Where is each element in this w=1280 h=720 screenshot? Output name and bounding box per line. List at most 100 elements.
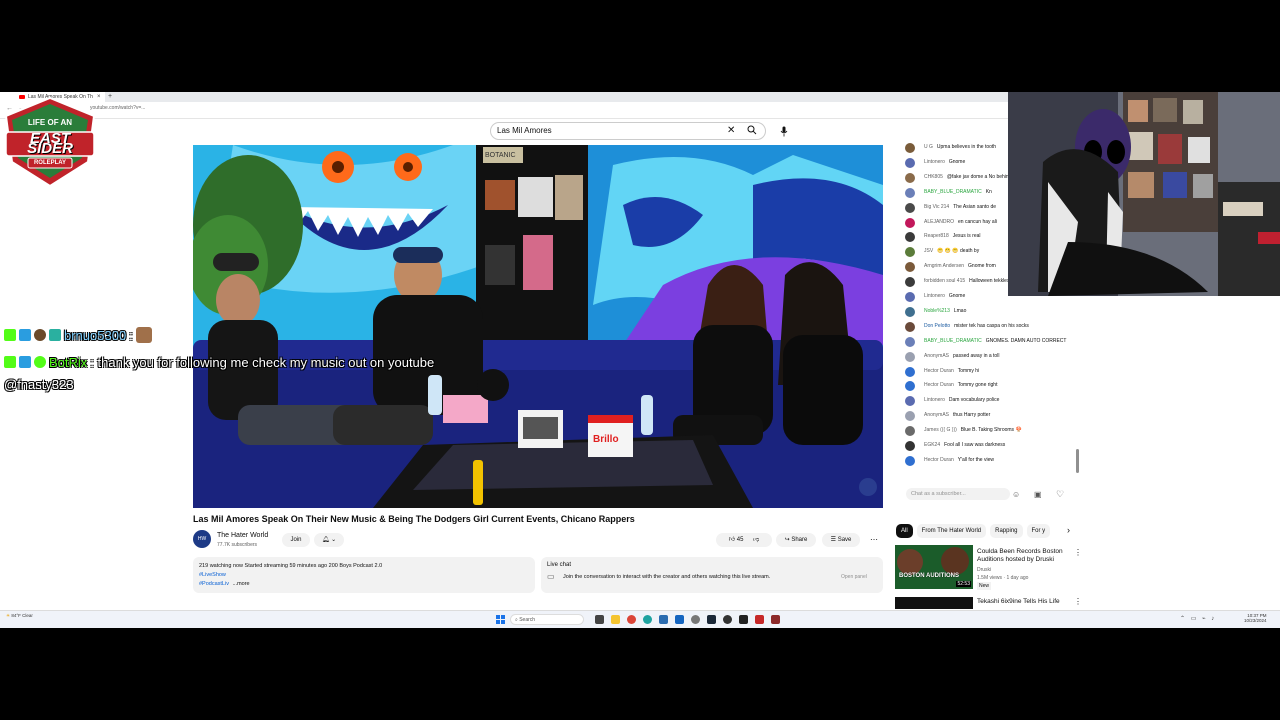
chevron-right-icon[interactable]: › [1067,525,1070,535]
chat-message[interactable]: AnonymAS thus Harry potter [902,410,1080,424]
recommendation-title-2[interactable]: Tekashi 6ix9ine Tells His Life [977,598,1060,605]
hashtag-podcast[interactable]: #PodcastLiv [199,581,229,587]
search-icon[interactable] [747,125,757,135]
edge-icon[interactable] [643,615,652,624]
new-tab-icon[interactable]: + [108,92,112,102]
share-button[interactable]: ↪ Share [776,533,816,547]
chat-message[interactable]: James ((( G ))) Blue B. Taking Shrooms 🍄 [902,425,1080,439]
weather-widget[interactable]: ☀ 84°F Clear [6,613,36,618]
chat-message[interactable]: AnonymAS passed away in a toll [902,351,1080,365]
chat-avatar[interactable] [905,247,915,258]
chat-avatar[interactable] [905,143,915,153]
chat-author[interactable]: CHK805 [924,174,943,180]
chat-message[interactable]: Hector Duran Tommy gone right [902,380,1080,394]
chat-avatar[interactable] [905,426,915,437]
heart-icon[interactable]: ♡ [1056,489,1064,500]
chat-author[interactable]: JSV [924,248,933,254]
chat-avatar[interactable] [905,262,915,273]
dislike-button[interactable]: 👎︎ [753,537,759,543]
chat-avatar[interactable] [905,441,915,451]
more-actions-icon[interactable]: ⋯ [870,533,878,547]
save-button[interactable]: ☰ Save [822,533,860,547]
chat-author[interactable]: Lintonero [924,159,945,165]
chat-author[interactable]: Hector Duran [924,382,954,388]
filter-chip-all[interactable]: All [896,524,913,538]
settings-app-icon[interactable] [691,615,700,624]
chat-avatar[interactable] [905,366,915,377]
mail-icon[interactable] [675,615,684,624]
channel-avatar[interactable]: HW [193,530,211,548]
search-input[interactable]: Las Mil Amores [497,126,552,135]
clear-search-icon[interactable]: ✕ [727,125,735,136]
chat-avatar[interactable] [905,277,915,288]
recommendation-menu-icon[interactable]: ⋮ [1074,548,1082,557]
chat-author[interactable]: Don Pelotto [924,323,950,329]
channel-name[interactable]: The Hater World [217,532,268,539]
chat-scrollbar[interactable] [1076,449,1079,473]
chat-avatar[interactable] [905,172,915,183]
chat-author[interactable]: AnonymAS [924,412,949,418]
super-chat-icon[interactable]: ▣ [1034,490,1042,499]
hashtag-live-show[interactable]: #LiveShow [199,572,226,578]
filter-chip-from-channel[interactable]: From The Hater World [916,524,987,538]
filter-chip-for-you[interactable]: For y [1026,524,1051,538]
taskbar-search[interactable]: ⌕ Search [510,614,584,625]
like-button[interactable]: 👍︎ 45 [729,537,745,543]
chat-author[interactable]: Reaper818 [924,233,949,239]
chat-avatar[interactable] [905,232,915,243]
chat-avatar[interactable] [905,157,915,168]
description-box[interactable]: 219 watching now Started streaming 59 mi… [193,557,535,593]
subscribed-button[interactable]: 🔔︎ ⌄ [314,533,344,547]
chat-message[interactable]: BABY_BLUE_DRAMATIC GNOMES. DAMN AUTO CORR… [902,336,1080,350]
microphone-icon[interactable] [780,126,788,137]
chat-avatar[interactable] [905,217,915,228]
start-icon[interactable] [496,615,505,624]
chat-author[interactable]: Hector Duran [924,457,954,463]
join-button[interactable]: Join [282,533,310,547]
chat-message[interactable]: Hector Duran Tommy hi [902,366,1080,380]
app-icon-dark[interactable] [739,615,748,624]
chat-author[interactable]: AnonymAS [924,353,949,359]
chat-message[interactable]: Don Pelotto mister tek has caspa on his s… [902,321,1080,335]
clock[interactable]: 10:37 PM 10/23/2024 [1244,613,1267,623]
chat-avatar[interactable] [905,292,915,302]
chat-author[interactable]: U G [924,144,933,150]
app-icon-game[interactable] [771,615,780,624]
chat-author[interactable]: Lintonero [924,397,945,403]
search-box[interactable]: Las Mil Amores ✕ [490,122,766,140]
chat-author[interactable]: Big Vic 214 [924,204,949,210]
chat-author[interactable]: Noble%213 [924,308,950,314]
recommendation-channel[interactable]: Druski [977,566,1073,574]
chat-author[interactable]: BABY_BLUE_DRAMATIC [924,189,982,195]
chat-message[interactable]: Hector Duran Y'all for the view [902,455,1080,469]
chat-input[interactable]: Chat as a subscriber... [906,488,1010,500]
chat-avatar[interactable] [905,336,915,347]
chat-author[interactable]: James ((( G ))) [924,427,957,433]
recommendation-menu-icon-2[interactable]: ⋮ [1074,597,1082,606]
chat-author[interactable]: forbidden soul 415 [924,278,965,284]
chat-message[interactable]: EGK24 Fool all I saw was darkness [902,440,1080,454]
chat-avatar[interactable] [905,321,915,332]
chat-author[interactable]: Arngrim Andersen [924,263,964,269]
chat-author[interactable]: BABY_BLUE_DRAMATIC [924,338,982,344]
chat-author[interactable]: ALEJANDRO [924,219,954,225]
chat-avatar[interactable] [905,381,915,392]
recommendation-info[interactable]: Coulda Been Records Boston Auditions hos… [977,548,1073,590]
emoji-icon[interactable]: ☺ [1012,490,1020,499]
chat-avatar[interactable] [905,411,915,422]
obs-icon[interactable] [723,615,732,624]
chat-avatar[interactable] [905,455,915,466]
open-panel-button[interactable]: Open panel [841,574,867,580]
filter-chip-rapping[interactable]: Rapping [990,524,1023,538]
chat-message[interactable]: Lintonero Dam vocabulary police [902,395,1080,409]
chat-avatar[interactable] [905,306,915,317]
store-icon[interactable] [659,615,668,624]
chat-avatar[interactable] [905,202,915,213]
chat-avatar[interactable] [905,351,915,362]
recommendation-thumbnail[interactable]: BOSTON AUDITIONS 52:53 [895,545,973,589]
chat-avatar[interactable] [905,187,915,198]
channel-watermark-icon[interactable] [859,478,877,496]
chat-avatar[interactable] [905,396,915,407]
recommendation-thumbnail-2[interactable] [895,597,973,609]
app-icon-red[interactable] [755,615,764,624]
